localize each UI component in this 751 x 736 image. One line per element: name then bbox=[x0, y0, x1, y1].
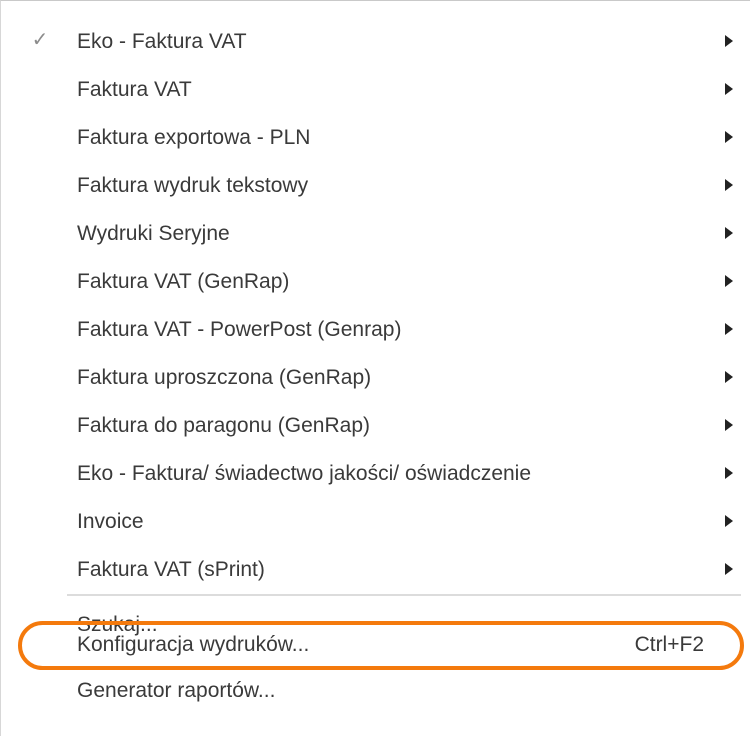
menu-item-faktura-do-paragonu[interactable]: Faktura do paragonu (GenRap) bbox=[2, 402, 750, 450]
menu-item-shortcut: Ctrl+F2 bbox=[634, 633, 704, 656]
menu-item-konfiguracja-wydrukow[interactable]: Konfiguracja wydruków... Ctrl+F2 bbox=[2, 621, 750, 669]
submenu-arrow-icon bbox=[725, 227, 733, 239]
submenu-arrow-icon bbox=[725, 419, 733, 431]
submenu-arrow-icon bbox=[725, 323, 733, 335]
menu-item-faktura-vat-sprint[interactable]: Faktura VAT (sPrint) bbox=[2, 546, 750, 594]
menu-item-label: Generator raportów... bbox=[77, 679, 276, 702]
menu-item-faktura-vat-genrap[interactable]: Faktura VAT (GenRap) bbox=[2, 258, 750, 306]
menu-item-label: Eko - Faktura/ świadectwo jakości/ oświa… bbox=[77, 462, 532, 485]
menu-item-generator-raportow[interactable]: Generator raportów... bbox=[2, 667, 750, 715]
submenu-arrow-icon bbox=[725, 467, 733, 479]
check-icon: ✓ bbox=[31, 29, 49, 51]
menu-item-label: Eko - Faktura VAT bbox=[77, 30, 247, 53]
submenu-arrow-icon bbox=[725, 515, 733, 527]
menu-separator bbox=[67, 594, 741, 596]
menu-item-label: Faktura VAT (sPrint) bbox=[77, 558, 265, 581]
context-menu: ✓ Eko - Faktura VAT Faktura VAT Faktura … bbox=[0, 0, 750, 736]
menu-item-invoice[interactable]: Invoice bbox=[2, 498, 750, 546]
menu-item-label: Faktura do paragonu (GenRap) bbox=[77, 414, 371, 437]
menu-item-label: Faktura VAT (GenRap) bbox=[77, 270, 290, 293]
menu-item-label: Faktura exportowa - PLN bbox=[77, 126, 311, 149]
submenu-arrow-icon bbox=[725, 563, 733, 575]
submenu-arrow-icon bbox=[725, 35, 733, 47]
menu-item-label: Wydruki Seryjne bbox=[77, 222, 230, 245]
menu-item-label: Konfiguracja wydruków... bbox=[77, 633, 310, 656]
menu-item-eko-faktura-vat[interactable]: ✓ Eko - Faktura VAT bbox=[2, 18, 750, 66]
submenu-arrow-icon bbox=[725, 371, 733, 383]
submenu-arrow-icon bbox=[725, 179, 733, 191]
menu-item-label: Invoice bbox=[77, 510, 144, 533]
menu-item-faktura-uproszczona[interactable]: Faktura uproszczona (GenRap) bbox=[2, 354, 750, 402]
menu-item-label: Faktura VAT bbox=[77, 78, 192, 101]
menu-item-eko-faktura-swiadectwo[interactable]: Eko - Faktura/ świadectwo jakości/ oświa… bbox=[2, 450, 750, 498]
menu-item-wydruki-seryjne[interactable]: Wydruki Seryjne bbox=[2, 210, 750, 258]
submenu-arrow-icon bbox=[725, 83, 733, 95]
menu-item-label: Faktura uproszczona (GenRap) bbox=[77, 366, 372, 389]
menu-item-faktura-vat[interactable]: Faktura VAT bbox=[2, 66, 750, 114]
menu-item-faktura-wydruk-tekstowy[interactable]: Faktura wydruk tekstowy bbox=[2, 162, 750, 210]
menu-item-faktura-exportowa-pln[interactable]: Faktura exportowa - PLN bbox=[2, 114, 750, 162]
submenu-arrow-icon bbox=[725, 275, 733, 287]
submenu-arrow-icon bbox=[725, 131, 733, 143]
menu-item-faktura-vat-powerpost[interactable]: Faktura VAT - PowerPost (Genrap) bbox=[2, 306, 750, 354]
menu-item-label: Faktura wydruk tekstowy bbox=[77, 174, 309, 197]
menu-item-label: Faktura VAT - PowerPost (Genrap) bbox=[77, 318, 402, 341]
